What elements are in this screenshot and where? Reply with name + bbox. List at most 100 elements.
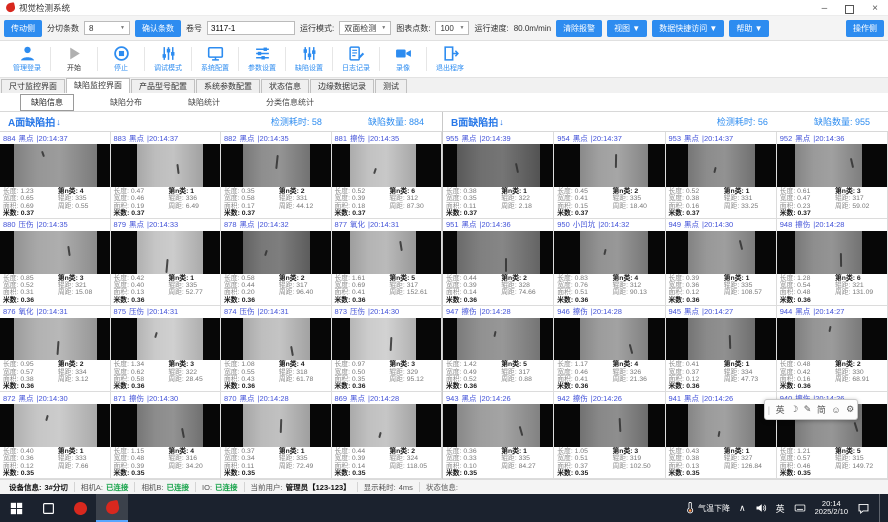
tray-expand-icon[interactable]: ∧ [739, 503, 746, 514]
defect-cell[interactable]: 875压伤|20:14:31长度: 1.34宽度: 0.62面积: 0.58米数… [111, 306, 222, 393]
debug-mode-button[interactable]: 调试模式 [149, 45, 187, 73]
defect-cell[interactable]: 879黑点|20:14:33长度: 0.42宽度: 0.40面积: 0.13米数… [111, 219, 222, 306]
defect-image[interactable] [777, 318, 887, 361]
clear-alarm-button[interactable]: 清除报警 [556, 20, 602, 37]
defect-cell[interactable]: 946擦伤|20:14:28长度: 1.17宽度: 0.46面积: 0.41米数… [554, 306, 665, 393]
defect-image[interactable] [554, 318, 664, 361]
sub-tab-0[interactable]: 缺陷信息 [20, 94, 74, 111]
defect-image[interactable] [443, 144, 553, 187]
confirm-count-button[interactable]: 确认条数 [135, 20, 181, 37]
defect-cell[interactable]: 953黑点|20:14:37长度: 0.52宽度: 0.38面积: 0.16米数… [666, 132, 777, 219]
defect-image[interactable] [554, 404, 664, 447]
sub-tab-1[interactable]: 缺陷分布 [100, 95, 152, 110]
defect-image[interactable] [554, 144, 664, 187]
defect-cell[interactable]: 876氧化|20:14:31长度: 0.95宽度: 0.57面积: 0.38米数… [0, 306, 111, 393]
defect-image[interactable] [332, 404, 442, 447]
defect-cell[interactable]: 882黑点|20:14:35长度: 0.35宽度: 0.58面积: 0.17米数… [221, 132, 332, 219]
minimize-button[interactable]: – [822, 4, 828, 14]
defect-cell[interactable]: 878黑点|20:14:32长度: 0.58宽度: 0.44面积: 0.20米数… [221, 219, 332, 306]
system-config-button[interactable]: 系统配置 [196, 45, 234, 73]
defect-cell[interactable]: 954黑点|20:14:37长度: 0.45宽度: 0.41面积: 0.15米数… [554, 132, 665, 219]
exit-program-button[interactable]: 退出程序 [431, 45, 469, 73]
defect-cell[interactable]: 880压伤|20:14:35长度: 0.85宽度: 0.52面积: 0.31米数… [0, 219, 111, 306]
defect-image[interactable] [111, 231, 221, 274]
taskbar-active-app[interactable] [96, 494, 128, 522]
defect-image[interactable] [0, 144, 110, 187]
help-menu-button[interactable]: 帮助 ▼ [729, 20, 769, 37]
defect-cell[interactable]: 877氧化|20:14:31长度: 1.61宽度: 0.69面积: 0.41米数… [332, 219, 443, 306]
sub-tab-3[interactable]: 分类信息统计 [256, 95, 324, 110]
ime-moon-icon[interactable]: ☽ [790, 404, 798, 415]
defect-cell[interactable]: 945黑点|20:14:27长度: 0.41宽度: 0.37面积: 0.12米数… [666, 306, 777, 393]
defect-image[interactable] [666, 318, 776, 361]
action-center-icon[interactable] [857, 502, 870, 515]
taskbar-app-icon[interactable] [64, 494, 96, 522]
defect-cell[interactable]: 951黑点|20:14:36长度: 0.44宽度: 0.39面积: 0.14米数… [443, 219, 554, 306]
defect-cell[interactable]: 883黑点|20:14:37长度: 0.47宽度: 0.46面积: 0.19米数… [111, 132, 222, 219]
run-mode-select[interactable]: 双面检测 ▼ [339, 21, 391, 35]
defect-image[interactable] [0, 404, 110, 447]
defect-image[interactable] [0, 231, 110, 274]
defect-cell[interactable]: 872黑点|20:14:30长度: 0.40宽度: 0.36面积: 0.12米数… [0, 392, 111, 479]
task-view-button[interactable] [32, 494, 64, 522]
defect-image[interactable] [443, 231, 553, 274]
volume-icon[interactable] [755, 502, 767, 514]
main-tab-4[interactable]: 状态信息 [261, 79, 309, 93]
defect-image[interactable] [111, 404, 221, 447]
defect-cell[interactable]: 943黑点|20:14:26长度: 0.36宽度: 0.33面积: 0.10米数… [443, 392, 554, 479]
log-record-button[interactable]: 日志记录 [337, 45, 375, 73]
sub-tab-2[interactable]: 缺陷统计 [178, 95, 230, 110]
slit-count-select[interactable]: 8 ▼ [84, 21, 130, 35]
touch-keyboard-icon[interactable] [794, 502, 806, 514]
ime-handle[interactable]: | [768, 405, 770, 415]
defect-image[interactable] [666, 231, 776, 274]
weather-widget[interactable]: 气温下降 [685, 502, 730, 514]
defect-image[interactable] [0, 318, 110, 361]
defect-image[interactable] [666, 404, 776, 447]
defect-cell[interactable]: 869黑点|20:14:28长度: 0.44宽度: 0.39面积: 0.14米数… [332, 392, 443, 479]
defect-cell[interactable]: 950小凹坑|20:14:32长度: 0.83宽度: 0.76面积: 0.51米… [554, 219, 665, 306]
defect-image[interactable] [443, 404, 553, 447]
defect-image[interactable] [221, 404, 331, 447]
defect-cell[interactable]: 952黑点|20:14:36长度: 0.61宽度: 0.47面积: 0.23米数… [777, 132, 888, 219]
defect-image[interactable] [221, 144, 331, 187]
defect-cell[interactable]: 955黑点|20:14:39长度: 0.38宽度: 0.35面积: 0.11米数… [443, 132, 554, 219]
defect-cell[interactable]: 871擦伤|20:14:30长度: 1.15宽度: 0.48面积: 0.39米数… [111, 392, 222, 479]
defect-image[interactable] [666, 144, 776, 187]
defect-settings-button[interactable]: 缺陷设置 [290, 45, 328, 73]
close-button[interactable]: × [872, 4, 878, 14]
defect-image[interactable] [332, 318, 442, 361]
defect-cell[interactable]: 947擦伤|20:14:28长度: 1.42宽度: 0.49面积: 0.52米数… [443, 306, 554, 393]
ime-pen-icon[interactable]: ✎ [804, 404, 812, 415]
defect-image[interactable] [221, 231, 331, 274]
param-settings-button[interactable]: 参数设置 [243, 45, 281, 73]
ime-lang-toggle[interactable]: 英 [776, 403, 785, 416]
main-tab-3[interactable]: 系统参数配置 [196, 79, 260, 93]
defect-image[interactable] [332, 144, 442, 187]
record-video-button[interactable]: 录像 [384, 45, 422, 73]
main-tab-1[interactable]: 缺陷监控界面 [66, 78, 130, 93]
view-menu-button[interactable]: 视图 ▼ [607, 20, 647, 37]
main-tab-6[interactable]: 测试 [375, 79, 407, 93]
defect-image[interactable] [554, 231, 664, 274]
start-button[interactable]: 开始 [55, 45, 93, 73]
roll-number-input[interactable] [207, 21, 295, 35]
ime-settings-icon[interactable]: ⚙ [846, 404, 854, 415]
defect-image[interactable] [111, 144, 221, 187]
ime-emoji-button[interactable]: ☺ [831, 405, 840, 415]
defect-cell[interactable]: 884黑点|20:14:37长度: 1.23宽度: 0.65面积: 0.69米数… [0, 132, 111, 219]
defect-image[interactable] [777, 144, 887, 187]
defect-image[interactable] [111, 318, 221, 361]
chart-points-select[interactable]: 100 ▼ [435, 21, 469, 35]
manage-login-button[interactable]: 管理登录 [8, 45, 46, 73]
data-quick-access-button[interactable]: 数据快捷访问 ▼ [652, 20, 724, 37]
main-tab-5[interactable]: 边缘数据记录 [310, 79, 374, 93]
taskbar-clock[interactable]: 20:14 2025/2/10 [815, 500, 848, 517]
ime-simplified-toggle[interactable]: 简 [817, 403, 826, 416]
defect-cell[interactable]: 873压伤|20:14:30长度: 0.97宽度: 0.50面积: 0.35米数… [332, 306, 443, 393]
stop-button[interactable]: 停止 [102, 45, 140, 73]
defect-image[interactable] [221, 318, 331, 361]
main-tab-0[interactable]: 尺寸监控界面 [1, 79, 65, 93]
defect-cell[interactable]: 949黑点|20:14:30长度: 0.39宽度: 0.36面积: 0.12米数… [666, 219, 777, 306]
defect-cell[interactable]: 942擦伤|20:14:26长度: 1.05宽度: 0.51面积: 0.37米数… [554, 392, 665, 479]
